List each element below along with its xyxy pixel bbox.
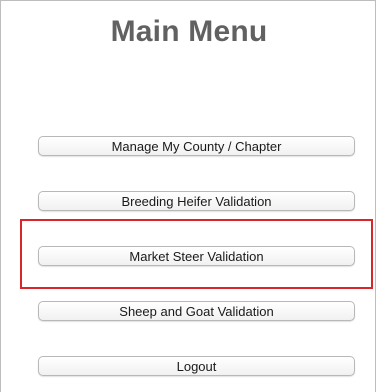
page-title: Main Menu	[110, 15, 268, 48]
sheep-goat-validation-button[interactable]: Sheep and Goat Validation	[38, 301, 355, 321]
main-menu-panel: Main Menu Manage My County / Chapter Bre…	[0, 0, 376, 392]
logout-button[interactable]: Logout	[38, 356, 355, 376]
manage-county-chapter-button[interactable]: Manage My County / Chapter	[38, 136, 355, 156]
market-steer-validation-button[interactable]: Market Steer Validation	[38, 246, 355, 266]
breeding-heifer-validation-button[interactable]: Breeding Heifer Validation	[38, 191, 355, 211]
